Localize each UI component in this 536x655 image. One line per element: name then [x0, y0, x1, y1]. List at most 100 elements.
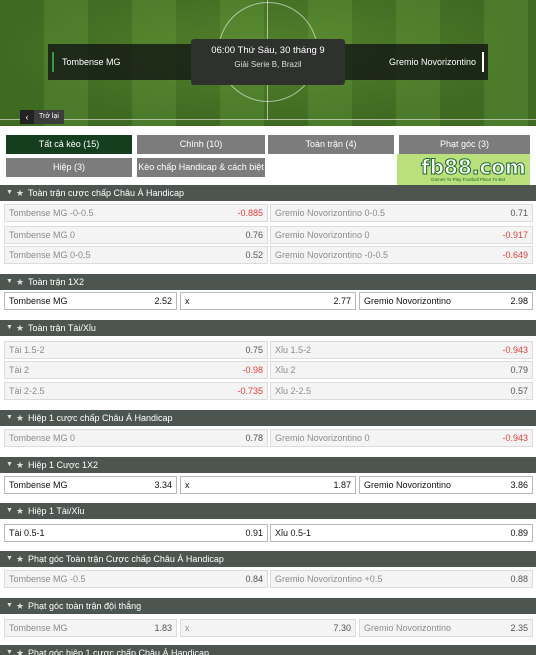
chevron-down-icon[interactable]: ▼: [6, 645, 13, 655]
odds-value: 2.35: [510, 623, 528, 633]
odds-label: Gremio Novorizontino -0-0.5: [275, 250, 389, 260]
tab-full-match[interactable]: Toàn trận (4): [268, 135, 394, 154]
section-header[interactable]: ▼ ★ Hiệp 1 Cược 1X2: [0, 457, 536, 473]
odds-value: 1.87: [333, 480, 351, 490]
section-header[interactable]: ▼ ★ Phạt góc hiệp 1 cược chấp Châu Á Han…: [0, 645, 536, 655]
tab-handicap-margin[interactable]: Kèo chấp Handicap & cách biệt (3): [137, 158, 265, 191]
odds-label: Gremio Novorizontino 0-0.5: [275, 208, 386, 218]
odds-value: -0.943: [502, 433, 528, 443]
section-title: Toàn trận cược chấp Châu Á Handicap: [28, 188, 185, 198]
odds-value: -0.917: [502, 230, 528, 240]
odds-cell[interactable]: Tombense MG 1.83: [4, 619, 177, 637]
chevron-down-icon[interactable]: ▼: [6, 598, 13, 614]
odds-cell[interactable]: Xỉu 2-2.5 0.57: [270, 382, 533, 400]
section-header[interactable]: ▼ ★ Phạt góc Toàn trận Cược chấp Châu Á …: [0, 551, 536, 567]
chevron-down-icon[interactable]: ▼: [6, 274, 13, 290]
odds-label: Gremio Novorizontino: [364, 296, 452, 306]
odds-cell[interactable]: Tombense MG -0-0.5 -0.885: [4, 204, 268, 222]
chevron-down-icon[interactable]: ▼: [6, 410, 13, 426]
star-icon[interactable]: ★: [16, 551, 24, 567]
tab-main[interactable]: Chính (10): [137, 135, 265, 154]
star-icon[interactable]: ★: [16, 645, 24, 655]
odds-value: 0.89: [510, 528, 528, 538]
odds-cell[interactable]: Gremio Novorizontino 3.86: [359, 476, 533, 494]
section-title: Phạt góc hiệp 1 cược chấp Châu Á Handica…: [28, 648, 210, 655]
odds-cell[interactable]: Tombense MG 2.52: [4, 292, 177, 310]
odds-cell[interactable]: Xỉu 0.5-1 0.89: [270, 524, 533, 542]
back-button[interactable]: Trở lại: [34, 110, 64, 124]
section-header[interactable]: ▼ ★ Toàn trận Tài/Xỉu: [0, 320, 536, 336]
odds-cell[interactable]: Tài 1.5-2 0.75: [4, 341, 268, 359]
odds-cell[interactable]: Gremio Novorizontino 0 -0.943: [270, 429, 533, 447]
odds-value: -0.98: [242, 365, 263, 375]
odds-label: Tài 1.5-2: [9, 345, 45, 355]
odds-label: Xỉu 0.5-1: [275, 528, 312, 538]
odds-cell[interactable]: Gremio Novorizontino 2.35: [359, 619, 533, 637]
chevron-down-icon[interactable]: ▼: [6, 457, 13, 473]
odds-cell[interactable]: Tombense MG 0 0.76: [4, 226, 268, 244]
fb88-tagline: Games To Play Football Place To Bet: [431, 177, 506, 182]
section-header[interactable]: ▼ ★ Hiệp 1 Tài/Xỉu: [0, 503, 536, 519]
odds-label: Tombense MG: [9, 296, 68, 306]
odds-cell[interactable]: Gremio Novorizontino 0-0.5 0.71: [270, 204, 533, 222]
fb88-banner[interactable]: fb88.com Games To Play Football Place To…: [397, 154, 530, 185]
odds-value: 0.91: [245, 528, 263, 538]
odds-cell[interactable]: Tombense MG -0.5 0.84: [4, 570, 268, 588]
odds-label: Gremio Novorizontino +0.5: [275, 574, 383, 584]
chevron-down-icon[interactable]: ▼: [6, 551, 13, 567]
odds-value: -0.649: [502, 250, 528, 260]
odds-cell[interactable]: Gremio Novorizontino 2.98: [359, 292, 533, 310]
odds-cell[interactable]: Tài 0.5-1 0.91: [4, 524, 268, 542]
star-icon[interactable]: ★: [16, 598, 24, 614]
odds-cell[interactable]: Tombense MG 3.34: [4, 476, 177, 494]
odds-cell[interactable]: x 2.77: [180, 292, 356, 310]
odds-cell[interactable]: Xỉu 2 0.79: [270, 361, 533, 379]
chevron-down-icon[interactable]: ▼: [6, 185, 13, 201]
back-control[interactable]: ‹ Trở lại: [20, 110, 64, 124]
odds-value: 0.52: [245, 250, 263, 260]
odds-label: Tài 2: [9, 365, 30, 375]
odds-cell[interactable]: Gremio Novorizontino +0.5 0.88: [270, 570, 533, 588]
section-header[interactable]: ▼ ★ Toàn trận cược chấp Châu Á Handicap: [0, 185, 536, 201]
odds-label: Xỉu 2: [275, 365, 296, 375]
odds-cell[interactable]: x 1.87: [180, 476, 356, 494]
tab-corners[interactable]: Phạt góc (3): [399, 135, 530, 154]
odds-cell[interactable]: Gremio Novorizontino 0 -0.917: [270, 226, 533, 244]
odds-value: -0.943: [502, 345, 528, 355]
odds-cell[interactable]: Tombense MG 0 0.78: [4, 429, 268, 447]
odds-value: 0.57: [510, 386, 528, 396]
chevron-down-icon[interactable]: ▼: [6, 503, 13, 519]
odds-value: 7.30: [333, 623, 351, 633]
section-title: Toàn trận Tài/Xỉu: [28, 323, 96, 333]
star-icon[interactable]: ★: [16, 503, 24, 519]
star-icon[interactable]: ★: [16, 274, 24, 290]
star-icon[interactable]: ★: [16, 410, 24, 426]
star-icon[interactable]: ★: [16, 185, 24, 201]
section-header[interactable]: ▼ ★ Hiệp 1 cược chấp Châu Á Handicap: [0, 410, 536, 426]
chevron-down-icon[interactable]: ▼: [6, 320, 13, 336]
odds-cell[interactable]: Tombense MG 0-0.5 0.52: [4, 246, 268, 264]
odds-value: 0.76: [245, 230, 263, 240]
odds-value: -0.735: [237, 386, 263, 396]
tab-all[interactable]: Tất cả kèo (15): [6, 135, 132, 154]
odds-cell[interactable]: Gremio Novorizontino -0-0.5 -0.649: [270, 246, 533, 264]
odds-value: 3.34: [154, 480, 172, 490]
odds-value: 0.75: [245, 345, 263, 355]
odds-cell[interactable]: Tài 2-2.5 -0.735: [4, 382, 268, 400]
star-icon[interactable]: ★: [16, 320, 24, 336]
section-header[interactable]: ▼ ★ Phạt góc toàn trận đội thắng: [0, 598, 536, 614]
odds-cell[interactable]: Tài 2 -0.98: [4, 361, 268, 379]
section-header[interactable]: ▼ ★ Toàn trận 1X2: [0, 274, 536, 290]
star-icon[interactable]: ★: [16, 457, 24, 473]
odds-cell[interactable]: x 7.30: [180, 619, 356, 637]
odds-label: Tombense MG -0-0.5: [9, 208, 94, 218]
chevron-left-icon[interactable]: ‹: [20, 110, 34, 124]
odds-value: 0.84: [245, 574, 263, 584]
odds-label: Tombense MG 0: [9, 230, 76, 240]
section-title: Phạt góc toàn trận đội thắng: [28, 601, 142, 611]
odds-label: Tombense MG 0: [9, 433, 76, 443]
odds-label: Gremio Novorizontino 0: [275, 230, 370, 240]
tab-half[interactable]: Hiệp (3): [6, 158, 132, 177]
odds-cell[interactable]: Xỉu 1.5-2 -0.943: [270, 341, 533, 359]
odds-label: x: [185, 296, 190, 306]
